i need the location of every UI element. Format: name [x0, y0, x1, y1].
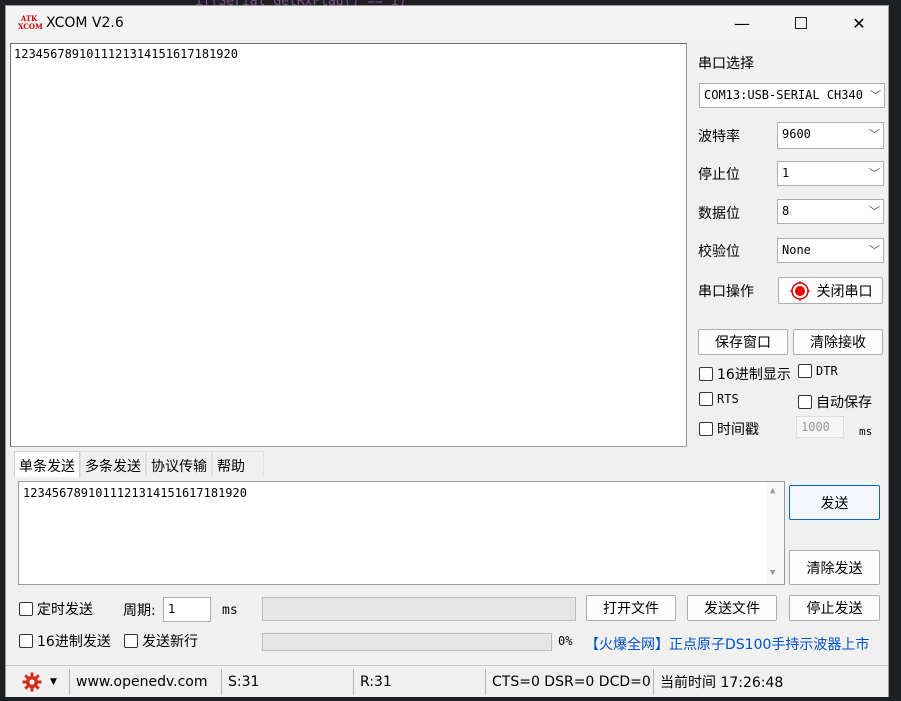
period-input[interactable]: 1: [163, 597, 211, 622]
maximize-button[interactable]: [772, 6, 830, 40]
tab-help[interactable]: 帮助: [212, 451, 264, 477]
chevron-down-icon: ﹀: [870, 89, 881, 102]
open-file-button[interactable]: 打开文件: [586, 595, 676, 621]
save-window-button[interactable]: 保存窗口: [698, 329, 788, 355]
chevron-down-icon: ﹀: [869, 167, 880, 180]
hex-send-checkbox[interactable]: 16进制发送: [19, 631, 111, 651]
caret-down-icon: ▼: [50, 676, 57, 687]
promo-link[interactable]: 【火爆全网】正点原子DS100手持示波器上市: [585, 634, 869, 654]
website-link[interactable]: www.openedv.com: [70, 668, 222, 695]
window-title: XCOM V2.6: [46, 15, 124, 31]
send-newline-checkbox[interactable]: 发送新行: [124, 631, 198, 651]
parity-select[interactable]: None ﹀: [777, 238, 884, 263]
timestamp-checkbox[interactable]: 时间戳: [699, 419, 759, 439]
timed-send-checkbox[interactable]: 定时发送: [19, 599, 93, 619]
send-progress-bar: [262, 633, 552, 651]
minimize-button[interactable]: —: [713, 6, 771, 40]
clear-receive-button[interactable]: 清除接收: [793, 329, 883, 355]
clear-send-button[interactable]: 清除发送: [789, 550, 880, 585]
minimize-icon: —: [734, 13, 750, 33]
chevron-down-icon: ﹀: [869, 128, 880, 141]
send-scrollbar[interactable]: ▲ ▼: [767, 482, 784, 584]
scroll-up-icon: ▲: [770, 486, 776, 496]
tab-protocol[interactable]: 协议传输: [146, 451, 212, 477]
stop-bits-label: 停止位: [698, 167, 740, 183]
stop-bits-select[interactable]: 1 ﹀: [777, 161, 884, 186]
line-status: CTS=0 DSR=0 DCD=0: [486, 668, 654, 695]
port-select-label: 串口选择: [698, 56, 754, 72]
auto-save-checkbox[interactable]: 自动保存: [798, 392, 872, 412]
stop-send-button[interactable]: 停止发送: [789, 595, 880, 621]
timestamp-interval-input[interactable]: 1000: [796, 416, 844, 438]
period-unit: ms: [222, 603, 238, 618]
port-operation-label: 串口操作: [698, 284, 754, 300]
baud-label: 波特率: [698, 129, 740, 145]
gear-icon: [22, 672, 42, 691]
parity-label: 校验位: [698, 244, 740, 260]
baud-select[interactable]: 9600 ﹀: [777, 122, 884, 149]
maximize-icon: [795, 17, 807, 29]
period-label: 周期:: [123, 603, 156, 619]
close-icon: ✕: [852, 13, 866, 33]
data-bits-select[interactable]: 8 ﹀: [777, 199, 884, 224]
sent-count: S:31: [222, 668, 354, 695]
dtr-checkbox[interactable]: DTR: [798, 364, 838, 378]
send-textarea[interactable]: 1234567891011121314151617181920 ▲ ▼: [18, 481, 785, 585]
title-bar[interactable]: ATK XCOM XCOM V2.6 — ✕: [6, 6, 888, 40]
status-bar: ▼ www.openedv.com S:31 R:31 CTS=0 DSR=0 …: [6, 665, 888, 697]
rts-checkbox[interactable]: RTS: [699, 392, 739, 406]
tab-single-send[interactable]: 单条发送: [14, 451, 80, 477]
chevron-down-icon: ﹀: [869, 244, 880, 257]
tab-multi-send[interactable]: 多条发送: [80, 451, 146, 477]
app-logo-icon: ATK XCOM: [18, 14, 43, 31]
hex-display-checkbox[interactable]: 16进制显示: [699, 364, 791, 384]
received-count: R:31: [354, 668, 486, 695]
timestamp-unit: ms: [859, 425, 873, 438]
scroll-down-icon: ▼: [770, 568, 776, 578]
receive-textarea[interactable]: 1234567891011121314151617181920: [10, 43, 687, 447]
close-port-button[interactable]: 关闭串口: [778, 277, 883, 304]
port-status-icon: [789, 280, 810, 301]
send-file-button[interactable]: 发送文件: [687, 595, 777, 621]
current-time: 当前时间 17:26:48: [660, 674, 784, 691]
file-progress-bar: [262, 597, 576, 621]
progress-percent: 0%: [558, 634, 573, 648]
close-button[interactable]: ✕: [830, 6, 888, 40]
settings-menu[interactable]: ▼: [6, 668, 70, 695]
data-bits-label: 数据位: [698, 206, 740, 222]
xcom-window: ATK XCOM XCOM V2.6 — ✕ 123456789101112131…: [5, 5, 889, 697]
send-button[interactable]: 发送: [789, 485, 880, 520]
send-tabs: 单条发送 多条发送 协议传输 帮助: [14, 451, 264, 477]
chevron-down-icon: ﹀: [869, 205, 880, 218]
port-select[interactable]: COM13:USB-SERIAL CH340 ﹀: [699, 83, 885, 108]
